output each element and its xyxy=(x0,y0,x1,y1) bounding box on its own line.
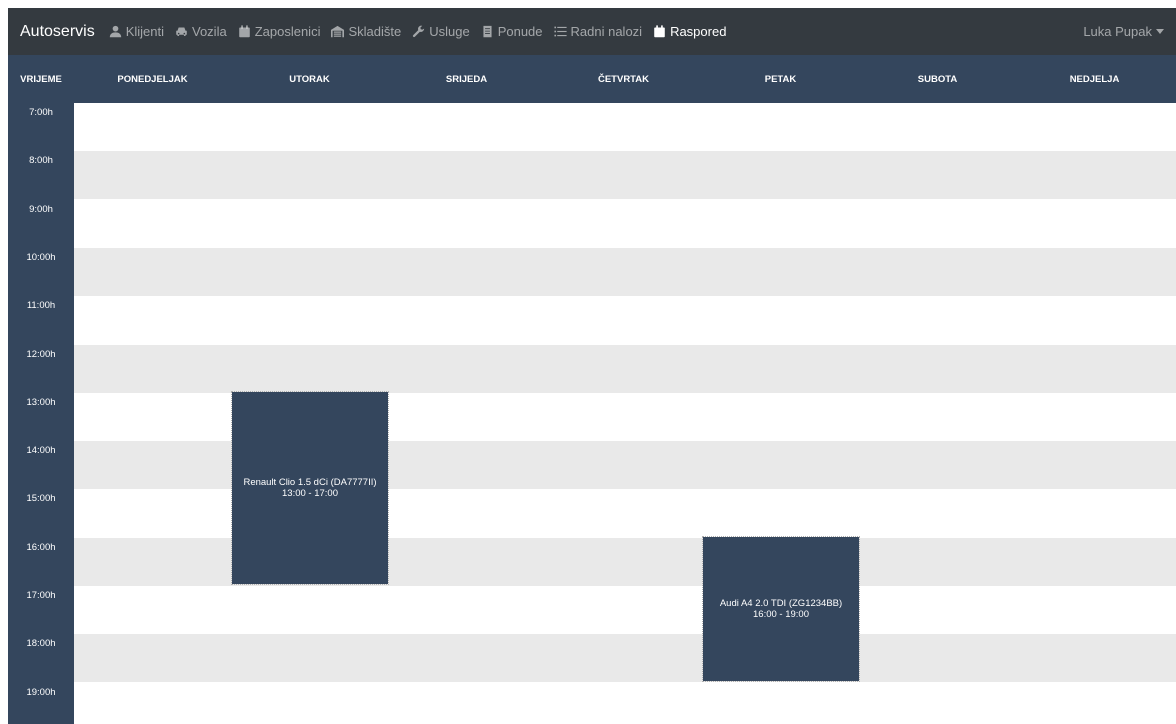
time-slot-row xyxy=(74,151,1176,200)
document-icon xyxy=(483,25,492,38)
nav-item-label: Vozila xyxy=(192,24,227,39)
nav-item-label: Radni nalozi xyxy=(570,24,643,39)
schedule-grid: Renault Clio 1.5 dCi (DA7777II) 13:00 - 1… xyxy=(74,103,1176,724)
nav-item-label: Zaposlenici xyxy=(254,24,321,39)
time-label: 12:00h xyxy=(26,348,56,360)
time-label: 13:00h xyxy=(26,396,56,408)
time-slot-row xyxy=(74,199,1176,248)
header-day-petak: PETAK xyxy=(764,73,797,85)
time-label: 16:00h xyxy=(26,541,56,553)
time-label: 17:00h xyxy=(26,590,56,601)
event-title: Renault Clio 1.5 dCi (DA7777II) xyxy=(243,476,377,488)
nav-item-label: Raspored xyxy=(670,24,727,39)
nav-item-vozila[interactable]: Vozila xyxy=(175,24,227,39)
nav-item-label: Ponude xyxy=(497,24,543,39)
calendar-icon xyxy=(238,25,250,38)
nav-menu: Klijenti Vozila Zaposlenici Skladište Us… xyxy=(109,24,1084,39)
time-slot-row xyxy=(74,103,1176,151)
nav-item-raspored[interactable]: Raspored xyxy=(653,24,726,39)
nav-item-skladiste[interactable]: Skladište xyxy=(331,24,401,39)
time-label: 8:00h xyxy=(29,155,53,167)
nav-item-label: Klijenti xyxy=(125,24,164,39)
nav-item-zaposlenici[interactable]: Zaposlenici xyxy=(238,24,321,39)
calendar-icon xyxy=(654,25,665,38)
car-icon xyxy=(176,27,187,36)
nav-item-label: Usluge xyxy=(429,24,470,39)
header-day-cetvrtak: ČETVRTAK xyxy=(597,73,650,85)
time-label: 10:00h xyxy=(26,251,56,263)
header-day-nedjelja: NEDJELJA xyxy=(1069,73,1120,85)
time-label: 7:00h xyxy=(29,107,53,118)
wrench-icon xyxy=(413,25,425,38)
top-navbar: Autoservis Klijenti Vozila Zaposlenici S… xyxy=(8,8,1176,55)
header-day-subota: SUBOTA xyxy=(917,73,958,85)
nav-item-label: Skladište xyxy=(348,24,402,39)
schedule-header: VRIJEME PONEDJELJAK UTORAK SRIJEDA ČETVR… xyxy=(8,55,1176,103)
nav-item-klijenti[interactable]: Klijenti xyxy=(109,24,164,39)
user-dropdown[interactable]: Luka Pupak xyxy=(1083,24,1164,39)
time-label: 14:00h xyxy=(26,445,56,457)
schedule-event[interactable]: Audi A4 2.0 TDI (ZG1234BB) 16:00 - 19:00 xyxy=(702,535,860,682)
user-name: Luka Pupak xyxy=(1083,24,1152,39)
time-label: 9:00h xyxy=(29,203,53,215)
nav-item-radni-nalozi[interactable]: Radni nalozi xyxy=(553,24,643,39)
warehouse-icon xyxy=(331,25,345,38)
header-time: VRIJEME xyxy=(20,73,62,85)
nav-item-ponude[interactable]: Ponude xyxy=(481,24,543,39)
event-time-range: 16:00 - 19:00 xyxy=(753,608,809,620)
time-slot-row xyxy=(74,634,1176,683)
user-icon xyxy=(109,25,121,38)
list-icon xyxy=(553,26,567,37)
header-day-utorak: UTORAK xyxy=(289,73,330,85)
page: Autoservis Klijenti Vozila Zaposlenici S… xyxy=(0,0,1176,724)
time-slot-row xyxy=(74,247,1176,296)
time-label: 18:00h xyxy=(26,638,56,650)
time-slot-row xyxy=(74,344,1176,393)
nav-item-usluge[interactable]: Usluge xyxy=(412,24,470,39)
schedule-event[interactable]: Renault Clio 1.5 dCi (DA7777II) 13:00 - 1… xyxy=(231,390,389,585)
header-day-srijeda: SRIJEDA xyxy=(445,73,488,85)
time-label: 15:00h xyxy=(26,493,56,505)
time-column: 7:00h 8:00h 9:00h 10:00h 11:00h 12:00h 13:00h 1… xyxy=(8,103,74,724)
caret-down-icon xyxy=(1156,29,1164,34)
time-label: 19:00h xyxy=(26,686,56,698)
event-title: Audi A4 2.0 TDI (ZG1234BB) xyxy=(719,597,843,609)
brand-link[interactable]: Autoservis xyxy=(20,23,95,41)
time-label: 11:00h xyxy=(26,300,56,312)
header-day-ponedjeljak: PONEDJELJAK xyxy=(117,73,188,85)
time-slot-row xyxy=(74,682,1176,724)
event-time-range: 13:00 - 17:00 xyxy=(282,487,338,499)
time-slot-row xyxy=(74,296,1176,345)
time-slot-row xyxy=(74,586,1176,634)
